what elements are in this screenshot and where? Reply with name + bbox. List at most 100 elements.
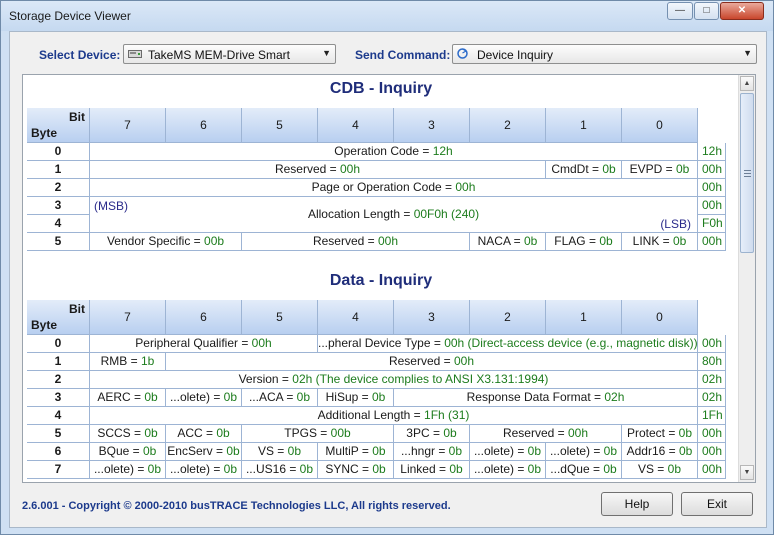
field-cell[interactable]: EVPD = 0b <box>622 161 698 179</box>
field-name: EncServ = <box>167 444 227 458</box>
field-cell[interactable]: ...dQue = 0b <box>546 461 622 479</box>
byte-number: 0 <box>27 335 90 353</box>
field-cell[interactable]: ...olete) = 0b <box>470 443 546 461</box>
field-name: Reserved = <box>388 354 454 368</box>
field-name: Peripheral Qualifier = <box>135 336 252 350</box>
allocation-length-cell[interactable]: (MSB) Allocation Length = 00F0h (240) (LSB… <box>90 197 698 233</box>
field-cell[interactable]: Reserved = 00h <box>242 233 470 251</box>
close-button[interactable]: ✕ <box>720 2 764 20</box>
bit-header-6: 6 <box>166 300 242 335</box>
vertical-scrollbar[interactable]: ▲ ▼ <box>738 75 755 482</box>
field-cell[interactable]: NACA = 0b <box>470 233 546 251</box>
field-value: 0b <box>372 390 386 404</box>
field-value: 00h <box>568 426 589 440</box>
field-name: Reserved = <box>312 234 378 248</box>
hex-value: 02h <box>698 389 726 407</box>
field-value: 02h <box>604 390 625 404</box>
device-select[interactable]: TakeMS MEM-Drive Smart ▼ <box>123 44 336 64</box>
field-cell[interactable]: ...pheral Device Type = 00h (Direct-acce… <box>318 335 698 353</box>
bit-label: Bit <box>69 302 85 316</box>
bit-header-4: 4 <box>318 300 394 335</box>
field-cell[interactable]: Peripheral Qualifier = 00h <box>90 335 318 353</box>
field-cell[interactable]: HiSup = 0b <box>318 389 394 407</box>
field-cell[interactable]: VS = 0b <box>242 443 318 461</box>
field-value: 0b <box>678 426 693 440</box>
field-value: 12h <box>432 144 453 158</box>
field-cell[interactable]: FLAG = 0b <box>546 233 622 251</box>
device-select-value: TakeMS MEM-Drive Smart <box>148 48 291 62</box>
field-value: 0b <box>144 390 158 404</box>
field-cell[interactable]: ...ACA = 0b <box>242 389 318 407</box>
field-name: Vendor Specific = <box>106 234 205 248</box>
field-value: 0b <box>143 444 157 458</box>
field-value: 0b <box>449 462 463 476</box>
field-cell[interactable]: MultiP = 0b <box>318 443 394 461</box>
field-cell[interactable]: LINK = 0b <box>622 233 698 251</box>
field-name: ...dQue = <box>550 462 604 476</box>
hex-value: 02h <box>698 371 726 389</box>
maximize-button[interactable]: □ <box>694 2 719 20</box>
scroll-thumb[interactable] <box>740 93 754 253</box>
field-cell[interactable]: SCCS = 0b <box>90 425 166 443</box>
field-name: Operation Code = <box>334 144 433 158</box>
scroll-down-button[interactable]: ▼ <box>740 465 754 480</box>
command-select[interactable]: Device Inquiry ▼ <box>452 44 757 64</box>
bit-header-1: 1 <box>546 300 622 335</box>
field-name: Version = <box>238 372 293 386</box>
client-area: Select Device: TakeMS MEM-Drive Smart ▼ … <box>9 31 767 528</box>
byte-number: 5 <box>27 233 90 251</box>
field-name: ...olete) = <box>473 462 528 476</box>
field-value: 02h (The device complies to ANSI X3.131:… <box>292 372 549 386</box>
field-cell[interactable]: ...olete) = 0b <box>90 461 166 479</box>
hex-value: 00h <box>698 335 726 353</box>
field-cell[interactable]: SYNC = 0b <box>318 461 394 479</box>
help-button[interactable]: Help <box>601 492 673 516</box>
field-cell[interactable]: CmdDt = 0b <box>546 161 622 179</box>
field-cell[interactable]: Reserved = 00h <box>166 353 698 371</box>
field-cell[interactable]: VS = 0b <box>622 461 698 479</box>
field-value: 00b <box>330 426 351 440</box>
field-cell[interactable]: Page or Operation Code = 00h <box>90 179 698 197</box>
field-name: RMB = <box>100 354 141 368</box>
field-cell[interactable]: BQue = 0b <box>90 443 166 461</box>
field-name: Additional Length = <box>317 408 425 422</box>
field-value: 00h (Direct-access device (e.g., magneti… <box>444 336 698 350</box>
field-cell[interactable]: Protect = 0b <box>622 425 698 443</box>
field-name: LINK = <box>632 234 673 248</box>
field-cell[interactable]: AERC = 0b <box>90 389 166 407</box>
field-cell[interactable]: ...olete) = 0b <box>166 389 242 407</box>
field-cell[interactable]: RMB = 1b <box>90 353 166 371</box>
field-cell[interactable]: Operation Code = 12h <box>90 143 698 161</box>
field-cell[interactable]: Vendor Specific = 00b <box>90 233 242 251</box>
window-title: Storage Device Viewer <box>9 9 131 23</box>
hex-value: 00h <box>698 179 726 197</box>
field-name: ...olete) = <box>473 444 528 458</box>
field-cell[interactable]: Addr16 = 0b <box>622 443 698 461</box>
field-cell[interactable]: ...olete) = 0b <box>470 461 546 479</box>
field-cell[interactable]: TPGS = 00b <box>242 425 394 443</box>
byte-number: 6 <box>27 443 90 461</box>
field-value: 00b <box>204 234 225 248</box>
scroll-up-button[interactable]: ▲ <box>740 76 754 91</box>
field-cell[interactable]: Version = 02h (The device complies to AN… <box>90 371 698 389</box>
field-cell[interactable]: Additional Length = 1Fh (31) <box>90 407 698 425</box>
field-cell[interactable]: Linked = 0b <box>394 461 470 479</box>
scroll-up-icon: ▲ <box>743 80 751 87</box>
exit-button[interactable]: Exit <box>681 492 753 516</box>
field-cell[interactable]: EncServ = 0b <box>166 443 242 461</box>
command-select-value: Device Inquiry <box>477 48 554 62</box>
field-cell[interactable]: ...US16 = 0b <box>242 461 318 479</box>
field-cell[interactable]: Reserved = 00h <box>90 161 546 179</box>
field-cell[interactable]: Reserved = 00h <box>470 425 622 443</box>
field-value: 0b <box>223 462 238 476</box>
field-cell[interactable]: ACC = 0b <box>166 425 242 443</box>
field-cell[interactable]: Response Data Format = 02h <box>394 389 698 407</box>
minimize-button[interactable]: — <box>667 2 693 20</box>
field-name: Page or Operation Code = <box>311 180 456 194</box>
field-name: ...pheral Device Type = <box>318 336 445 350</box>
field-cell[interactable]: ...hngr = 0b <box>394 443 470 461</box>
field-cell[interactable]: 3PC = 0b <box>394 425 470 443</box>
field-cell[interactable]: ...olete) = 0b <box>546 443 622 461</box>
field-value: 0b <box>372 444 386 458</box>
field-cell[interactable]: ...olete) = 0b <box>166 461 242 479</box>
